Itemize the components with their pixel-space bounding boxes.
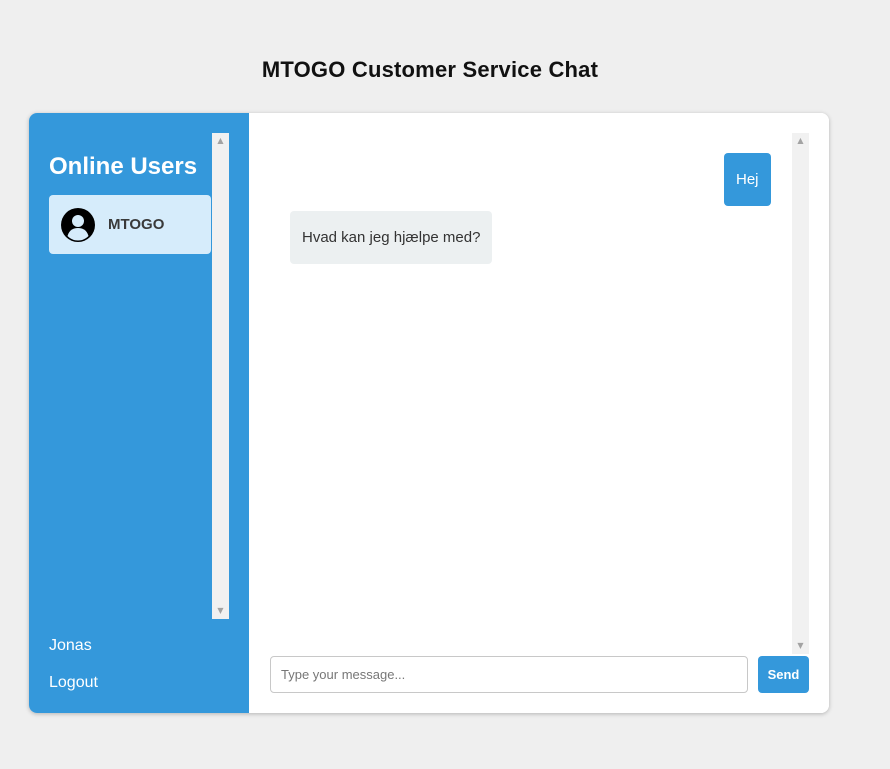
online-users-heading: Online Users — [49, 153, 198, 180]
sidebar: Online Users MTOGO ▲ ▼ Jonas Logout — [29, 113, 249, 713]
online-user-name: MTOGO — [108, 216, 165, 233]
sidebar-scrollbar[interactable]: ▲ ▼ — [212, 133, 229, 619]
page-title: MTOGO Customer Service Chat — [261, 56, 599, 82]
online-user-item-mtogo[interactable]: MTOGO — [49, 195, 211, 254]
current-user-name: Jonas — [49, 637, 92, 654]
scroll-up-arrow-icon[interactable]: ▲ — [212, 134, 229, 148]
message-input[interactable] — [270, 656, 748, 693]
scroll-down-arrow-icon[interactable]: ▼ — [792, 639, 809, 653]
message-list-scrollbar[interactable]: ▲ ▼ — [792, 133, 809, 654]
message-bubble-received: Hvad kan jeg hjælpe med? — [290, 211, 493, 264]
logout-link[interactable]: Logout — [49, 674, 98, 692]
scroll-down-arrow-icon[interactable]: ▼ — [212, 604, 229, 618]
user-avatar-icon — [61, 207, 95, 242]
scroll-up-arrow-icon[interactable]: ▲ — [792, 134, 809, 148]
message-bubble-sent: Hej — [724, 153, 771, 206]
send-button[interactable]: Send — [758, 656, 809, 693]
chat-panel: Hej Hvad kan jeg hjælpe med? ▲ ▼ Send — [249, 113, 829, 713]
chat-container: Online Users MTOGO ▲ ▼ Jonas Logout Hej … — [29, 113, 829, 713]
